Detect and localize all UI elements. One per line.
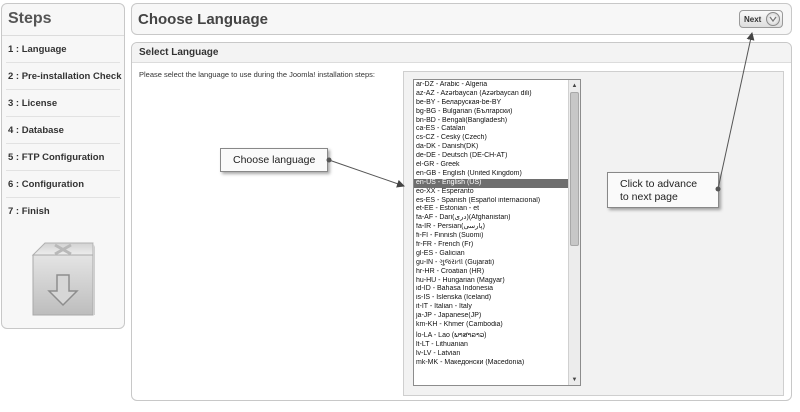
steps-sidebar: Steps 1 : Language 2 : Pre-installation … [1,3,125,329]
language-option[interactable]: hr-HR - Croatian (HR) [414,268,568,277]
language-option[interactable]: is-IS - Íslenska (Iceland) [414,294,568,303]
language-option[interactable]: en-US - English (US) [414,178,568,188]
step-pre-installation-check: 2 : Pre-installation Check [6,63,122,90]
language-option[interactable]: lo-LA - Lao (ພາສາລາວ) [414,330,568,342]
language-option[interactable]: lt-LT - Lithuanian [414,341,568,350]
step-ftp-configuration: 5 : FTP Configuration [6,144,120,171]
language-option[interactable]: it-IT - Italian - Italy [414,303,568,312]
language-option[interactable]: fi-FI - Finnish (Suomi) [414,232,568,241]
scroll-thumb[interactable] [570,92,579,246]
callout-choose-language-text: Choose language [233,154,316,166]
steps-list: 1 : Language 2 : Pre-installation Check … [6,36,122,225]
language-option[interactable]: en-GB - English (United Kingdom) [414,170,568,179]
language-option[interactable]: fr-FR - French (Fr) [414,241,568,250]
install-box-icon [29,241,97,317]
section-title: Select Language [139,47,219,58]
language-options: ar-DZ - Arabic - Algeria az-AZ - Azərbayc… [414,81,568,368]
language-option[interactable]: fa-AF - Dari(دری)(Afghanistan) [414,214,568,223]
language-option[interactable]: ca-ES - Catalan [414,125,568,134]
language-option[interactable]: ja-JP - Japanese(JP) [414,312,568,321]
language-option[interactable]: km-KH - Khmer (Cambodia) [414,321,568,330]
callout-advance-line1: Click to advance [620,178,698,190]
language-option[interactable]: bn-BD - Bengali(Bangladesh) [414,117,568,126]
language-option[interactable]: da-DK - Danish(DK) [414,143,568,152]
language-option[interactable]: lv-LV - Latvian [414,350,568,359]
language-option[interactable]: az-AZ - Azərbaycan (Azərbaycan dili) [414,90,568,99]
steps-title: Steps [2,4,124,36]
language-option[interactable]: be-BY - Беларуская-be-BY [414,99,568,108]
scroll-down-arrow-icon[interactable]: ▼ [569,374,580,385]
chevron-circle-icon [766,12,780,26]
header-bar: Choose Language Next [131,3,792,35]
step-configuration: 6 : Configuration [6,171,120,198]
language-listbox[interactable]: ar-DZ - Arabic - Algeria az-AZ - Azərbayc… [413,79,581,386]
step-finish: 7 : Finish [8,206,50,217]
section-header: Select Language [132,43,791,63]
language-option[interactable]: mk-MK - Македонски (Macedonia) [414,359,568,368]
language-option[interactable]: cs-CZ - Český (Czech) [414,134,568,143]
language-option[interactable]: gu-IN - ગુજરાતી (Gujarati) [414,259,568,268]
step-license: 3 : License [6,90,120,117]
next-button-label: Next [744,14,762,24]
language-option[interactable]: de-DE - Deutsch (DE-CH-AT) [414,152,568,161]
step-database: 4 : Database [6,117,120,144]
language-option[interactable]: eo-XX - Esperanto [414,188,568,197]
language-option[interactable]: id-ID - Bahasa Indonesia [414,285,568,294]
language-option[interactable]: ar-DZ - Arabic - Algeria [414,81,568,90]
language-option[interactable]: et-EE - Estonian - et [414,205,568,214]
callout-choose-language: Choose language [220,148,328,172]
language-option[interactable]: hu-HU - Hungarian (Magyar) [414,277,568,286]
language-option[interactable]: gl-ES - Galician [414,250,568,259]
main-panel: Select Language Please select the langua… [131,42,792,401]
language-option[interactable]: el-GR - Greek [414,161,568,170]
instruction-text: Please select the language to use during… [139,70,375,79]
callout-advance: Click to advance to next page [607,172,719,208]
language-option[interactable]: es-ES - Spanish (Español internacional) [414,197,568,206]
callout-advance-line2: to next page [620,191,678,203]
scroll-up-arrow-icon[interactable]: ▲ [569,80,580,91]
language-option[interactable]: fa-IR - Persian(پارسی) [414,223,568,232]
next-button[interactable]: Next [739,10,783,28]
listbox-scrollbar[interactable]: ▲ ▼ [568,80,580,385]
step-language: 1 : Language [6,36,120,63]
language-option[interactable]: bg-BG - Bulgarian (Български) [414,108,568,117]
page-title: Choose Language [138,11,269,28]
language-select-area: ar-DZ - Arabic - Algeria az-AZ - Azərbayc… [403,71,784,396]
